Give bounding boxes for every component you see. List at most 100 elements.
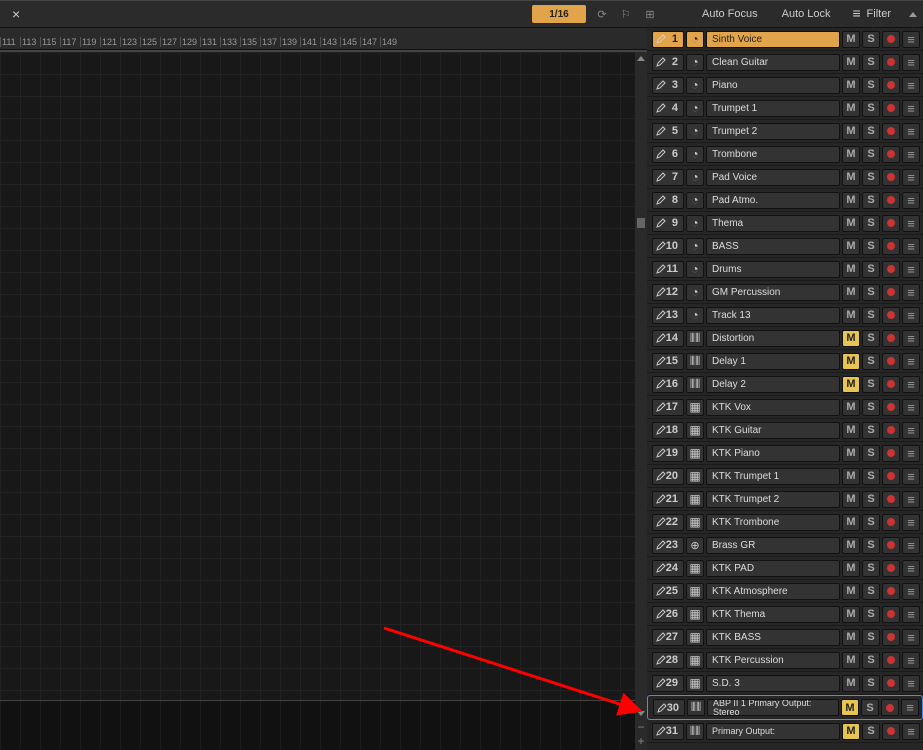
track-row[interactable]: 18KTK GuitarMS≡ (647, 419, 923, 442)
record-arm-button[interactable] (882, 514, 900, 531)
track-type[interactable] (686, 422, 704, 439)
track-type[interactable] (686, 491, 704, 508)
track-number[interactable]: 5 (652, 123, 684, 140)
record-arm-button[interactable] (882, 675, 900, 692)
track-menu-button[interactable]: ≡ (902, 422, 920, 439)
mute-button[interactable]: M (842, 261, 860, 278)
record-arm-button[interactable] (882, 77, 900, 94)
scroll-down-icon[interactable] (637, 711, 645, 716)
solo-button[interactable]: S (862, 652, 880, 669)
record-arm-button[interactable] (882, 491, 900, 508)
track-number[interactable]: 9 (652, 215, 684, 232)
track-type[interactable] (686, 514, 704, 531)
track-type[interactable] (686, 445, 704, 462)
track-menu-button[interactable]: ≡ (902, 123, 920, 140)
track-menu-button[interactable]: ≡ (902, 675, 920, 692)
record-arm-button[interactable] (882, 353, 900, 370)
record-arm-button[interactable] (882, 169, 900, 186)
mute-button[interactable]: M (842, 723, 860, 740)
record-arm-button[interactable] (882, 376, 900, 393)
track-name[interactable]: KTK Thema (706, 606, 840, 623)
solo-button[interactable]: S (862, 491, 880, 508)
track-row[interactable]: 28KTK PercussionMS≡ (647, 649, 923, 672)
track-number[interactable]: 30 (653, 699, 685, 716)
record-arm-button[interactable] (882, 100, 900, 117)
track-type[interactable] (686, 169, 704, 186)
mute-button[interactable]: M (842, 491, 860, 508)
track-number[interactable]: 18 (652, 422, 684, 439)
track-name[interactable]: Trumpet 2 (706, 123, 840, 140)
track-number[interactable]: 25 (652, 583, 684, 600)
record-arm-button[interactable] (882, 422, 900, 439)
solo-button[interactable]: S (862, 261, 880, 278)
track-menu-button[interactable]: ≡ (902, 468, 920, 485)
track-name[interactable]: KTK Guitar (706, 422, 840, 439)
solo-button[interactable]: S (862, 376, 880, 393)
record-arm-button[interactable] (882, 652, 900, 669)
track-row[interactable]: 11DrumsMS≡ (647, 258, 923, 281)
flag-icon[interactable]: ⚐ (618, 6, 634, 22)
track-row[interactable]: 12GM PercussionMS≡ (647, 281, 923, 304)
record-arm-button[interactable] (882, 307, 900, 324)
track-number[interactable]: 12 (652, 284, 684, 301)
track-name[interactable]: Pad Atmo. (706, 192, 840, 209)
track-name[interactable]: KTK BASS (706, 629, 840, 646)
record-arm-button[interactable] (882, 629, 900, 646)
zoom-out-button[interactable]: − (637, 720, 645, 734)
track-name[interactable]: Track 13 (706, 307, 840, 324)
track-number[interactable]: 14 (652, 330, 684, 347)
record-arm-button[interactable] (882, 284, 900, 301)
track-number[interactable]: 7 (652, 169, 684, 186)
track-menu-button[interactable]: ≡ (902, 146, 920, 163)
mute-button[interactable]: M (842, 31, 860, 48)
auto-lock-button[interactable]: Auto Lock (774, 8, 839, 20)
solo-button[interactable]: S (862, 583, 880, 600)
track-type[interactable] (686, 606, 704, 623)
track-menu-button[interactable]: ≡ (902, 330, 920, 347)
track-number[interactable]: 24 (652, 560, 684, 577)
track-name[interactable]: S.D. 3 (706, 675, 840, 692)
track-row[interactable]: 23Brass GRMS≡ (647, 534, 923, 557)
track-menu-button[interactable]: ≡ (902, 215, 920, 232)
track-number[interactable]: 17 (652, 399, 684, 416)
mute-button[interactable]: M (842, 468, 860, 485)
solo-button[interactable]: S (862, 629, 880, 646)
track-number[interactable]: 28 (652, 652, 684, 669)
track-type[interactable] (686, 31, 704, 48)
track-row[interactable]: 22KTK TromboneMS≡ (647, 511, 923, 534)
track-type[interactable] (686, 284, 704, 301)
track-type[interactable]: ⦀⦀ (686, 376, 704, 393)
track-number[interactable]: 29 (652, 675, 684, 692)
track-number[interactable]: 19 (652, 445, 684, 462)
track-menu-button[interactable]: ≡ (902, 560, 920, 577)
close-icon[interactable]: × (6, 6, 26, 22)
track-number[interactable]: 8 (652, 192, 684, 209)
track-menu-button[interactable]: ≡ (902, 399, 920, 416)
record-arm-button[interactable] (882, 238, 900, 255)
record-arm-button[interactable] (881, 699, 899, 716)
track-menu-button[interactable]: ≡ (902, 261, 920, 278)
track-type[interactable] (686, 261, 704, 278)
track-number[interactable]: 3 (652, 77, 684, 94)
track-number[interactable]: 15 (652, 353, 684, 370)
record-arm-button[interactable] (882, 399, 900, 416)
record-arm-button[interactable] (882, 468, 900, 485)
track-type[interactable] (686, 54, 704, 71)
record-arm-button[interactable] (882, 31, 900, 48)
track-menu-button[interactable]: ≡ (902, 723, 920, 740)
track-name[interactable]: Thema (706, 215, 840, 232)
mute-button[interactable]: M (842, 537, 860, 554)
track-number[interactable]: 11 (652, 261, 684, 278)
mute-button[interactable]: M (842, 376, 860, 393)
mute-button[interactable]: M (842, 330, 860, 347)
track-number[interactable]: 20 (652, 468, 684, 485)
mute-button[interactable]: M (842, 215, 860, 232)
track-row[interactable]: 21KTK Trumpet 2MS≡ (647, 488, 923, 511)
track-type[interactable] (686, 146, 704, 163)
track-type[interactable] (686, 77, 704, 94)
record-arm-button[interactable] (882, 606, 900, 623)
solo-button[interactable]: S (862, 307, 880, 324)
track-menu-button[interactable]: ≡ (901, 699, 919, 716)
record-arm-button[interactable] (882, 583, 900, 600)
record-arm-button[interactable] (882, 560, 900, 577)
